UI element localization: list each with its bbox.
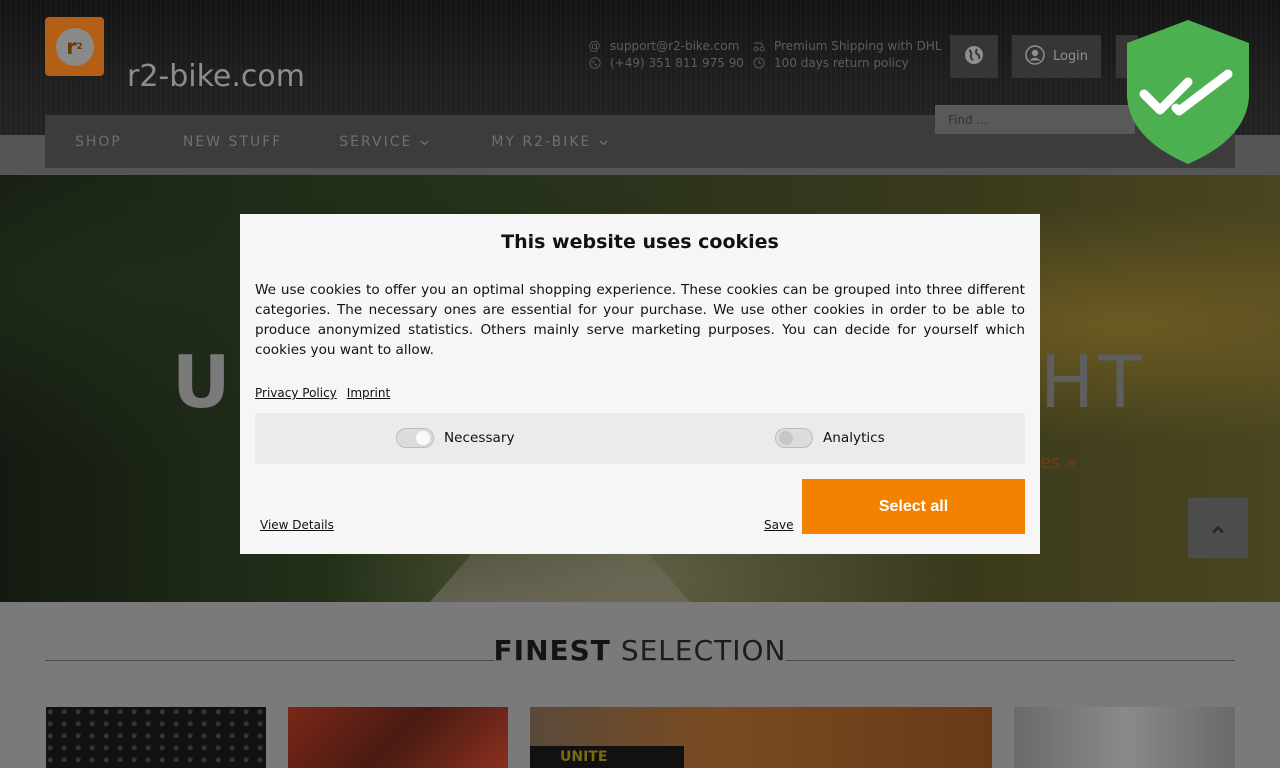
- chevron-down-icon: [420, 134, 429, 150]
- necessary-toggle-group: Necessary: [396, 428, 515, 448]
- search-placeholder: Find ...: [948, 112, 988, 127]
- contact-info: @ support@r2-bike.com (+49) 351 811 975 …: [588, 38, 744, 72]
- shield-check-icon[interactable]: [1126, 19, 1250, 165]
- login-button[interactable]: Login: [1012, 35, 1101, 78]
- analytics-toggle-group: Analytics: [775, 428, 885, 448]
- at-icon: @: [588, 39, 601, 53]
- site-logo[interactable]: r2: [45, 17, 104, 76]
- privacy-policy-link[interactable]: Privacy Policy: [255, 386, 337, 400]
- clock-icon: [752, 57, 765, 70]
- logo-sup: 2: [76, 41, 83, 52]
- search-input[interactable]: Find ...: [935, 105, 1135, 134]
- cookie-links: Privacy Policy Imprint: [255, 386, 390, 400]
- logo-mark: r2: [55, 27, 94, 66]
- nav-item-service[interactable]: SERVICE: [339, 134, 429, 150]
- toggle-knob: [416, 431, 430, 445]
- contact-email[interactable]: support@r2-bike.com: [610, 38, 739, 55]
- nav-item-label: MY R2-BIKE: [491, 133, 592, 150]
- analytics-label: Analytics: [823, 430, 885, 446]
- globe-icon: [964, 45, 984, 69]
- truck-icon: [752, 40, 765, 53]
- contact-phone[interactable]: (+49) 351 811 975 90: [610, 55, 744, 72]
- nav-item-label: SHOP: [75, 133, 122, 150]
- nav-item-label: NEW STUFF: [182, 133, 283, 150]
- nav-item-new-stuff[interactable]: NEW STUFF: [183, 134, 282, 150]
- analytics-toggle[interactable]: [775, 428, 813, 448]
- cookie-title: This website uses cookies: [501, 231, 779, 253]
- logo-letter: r: [66, 34, 77, 59]
- cookie-description: We use cookies to offer you an optimal s…: [255, 282, 1025, 358]
- nav-item-label: SERVICE: [339, 133, 413, 150]
- user-icon: [1025, 44, 1045, 69]
- nav-item-my-r2-bike[interactable]: MY R2-BIKE: [491, 134, 608, 150]
- save-link[interactable]: Save: [764, 518, 793, 532]
- returns-text: 100 days return policy: [774, 56, 909, 70]
- site-name[interactable]: r2-bike.com: [127, 59, 305, 94]
- view-details-link[interactable]: View Details: [260, 518, 334, 532]
- shipping-text: Premium Shipping with DHL: [774, 39, 942, 53]
- phone-icon: [588, 57, 601, 70]
- cookie-toggles: Necessary Analytics: [255, 413, 1025, 464]
- necessary-toggle[interactable]: [396, 428, 434, 448]
- chevron-down-icon: [599, 134, 608, 150]
- cookie-dialog: This website uses cookies We use cookies…: [240, 214, 1040, 554]
- imprint-link[interactable]: Imprint: [347, 386, 390, 400]
- login-label: Login: [1052, 49, 1089, 64]
- toggle-knob: [779, 431, 793, 445]
- necessary-label: Necessary: [444, 430, 515, 446]
- language-button[interactable]: [950, 35, 998, 78]
- shipping-info: Premium Shipping with DHL 100 days retur…: [752, 38, 942, 72]
- select-all-button[interactable]: Select all: [802, 479, 1025, 534]
- nav-item-shop[interactable]: SHOP: [75, 134, 122, 150]
